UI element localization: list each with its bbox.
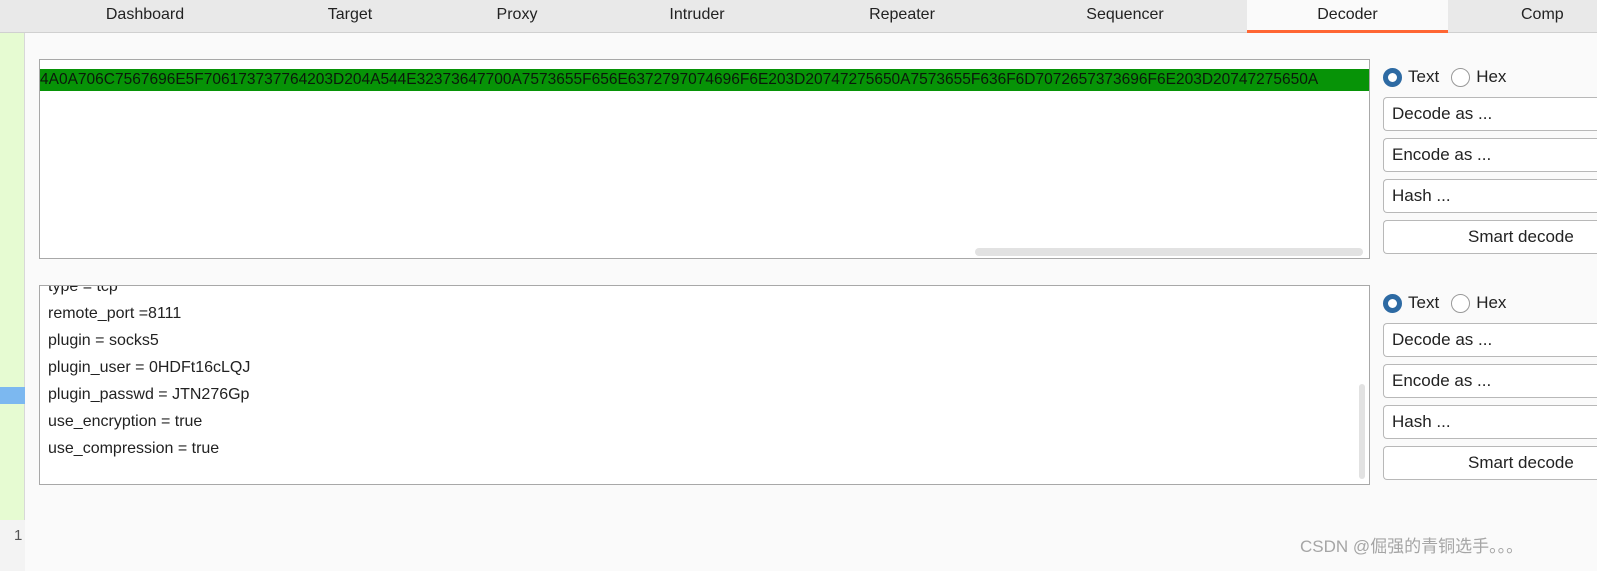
text-radio-label: Text <box>1408 293 1440 312</box>
horizontal-scrollbar[interactable] <box>975 248 1363 256</box>
output-line: type = tcp <box>48 285 118 295</box>
output-line: remote_port =8111 <box>48 305 182 322</box>
smart-decode-button[interactable]: Smart decode <box>1383 220 1597 254</box>
smart-decode-button[interactable]: Smart decode <box>1383 446 1597 480</box>
output-line: use_compression = true <box>48 440 220 457</box>
left-gutter <box>0 33 25 571</box>
tab-proxy[interactable]: Proxy <box>417 0 617 33</box>
tab-intruder[interactable]: Intruder <box>597 0 797 33</box>
decode-as-select[interactable]: Decode as ... <box>1383 97 1597 131</box>
hex-radio[interactable] <box>1451 293 1471 313</box>
encode-as-select[interactable]: Encode as ... <box>1383 138 1597 172</box>
tab-comparer[interactable]: Comp <box>1448 0 1597 33</box>
tab-dashboard[interactable]: Dashboard <box>45 0 245 33</box>
hex-radio-label: Hex <box>1476 67 1507 86</box>
hash-select[interactable]: Hash ... <box>1383 179 1597 213</box>
text-radio-label: Text <box>1408 67 1440 86</box>
text-radio[interactable] <box>1383 293 1402 313</box>
vertical-scrollbar[interactable] <box>1359 384 1365 479</box>
text-radio[interactable] <box>1383 67 1402 87</box>
decode-as-select[interactable]: Decode as ... <box>1383 323 1597 357</box>
encode-as-select[interactable]: Encode as ... <box>1383 364 1597 398</box>
watermark: CSDN @倔强的青铜选手。。。 <box>1300 537 1524 556</box>
hex-radio[interactable] <box>1451 67 1471 87</box>
output-line: plugin_user = 0HDFt16cLQJ <box>48 359 251 376</box>
input-editor[interactable]: 4A0A706C7567696E5F706173737764203D204A54… <box>39 59 1370 259</box>
line-number: 1 <box>0 520 25 571</box>
input-controls: Text Hex Decode as ... Encode as ... Has… <box>1383 64 1597 254</box>
output-text: type = tcp remote_port =8111 plugin = so… <box>48 285 251 462</box>
tab-sequencer[interactable]: Sequencer <box>1025 0 1225 33</box>
output-line: use_encryption = true <box>48 413 203 430</box>
left-gutter-selection[interactable] <box>0 387 25 404</box>
tab-bar: Dashboard Target Proxy Intruder Repeater… <box>0 0 1597 33</box>
selected-hex-text: 4A0A706C7567696E5F706173737764203D204A54… <box>40 69 1369 91</box>
output-line: plugin_passwd = JTN276Gp <box>48 386 250 403</box>
hex-radio-label: Hex <box>1476 293 1507 312</box>
output-controls: Text Hex Decode as ... Encode as ... Has… <box>1383 290 1597 480</box>
output-editor[interactable]: type = tcp remote_port =8111 plugin = so… <box>39 285 1370 485</box>
tab-repeater[interactable]: Repeater <box>802 0 1002 33</box>
output-line: plugin = socks5 <box>48 332 159 349</box>
hash-select[interactable]: Hash ... <box>1383 405 1597 439</box>
tab-decoder[interactable]: Decoder <box>1247 0 1448 33</box>
